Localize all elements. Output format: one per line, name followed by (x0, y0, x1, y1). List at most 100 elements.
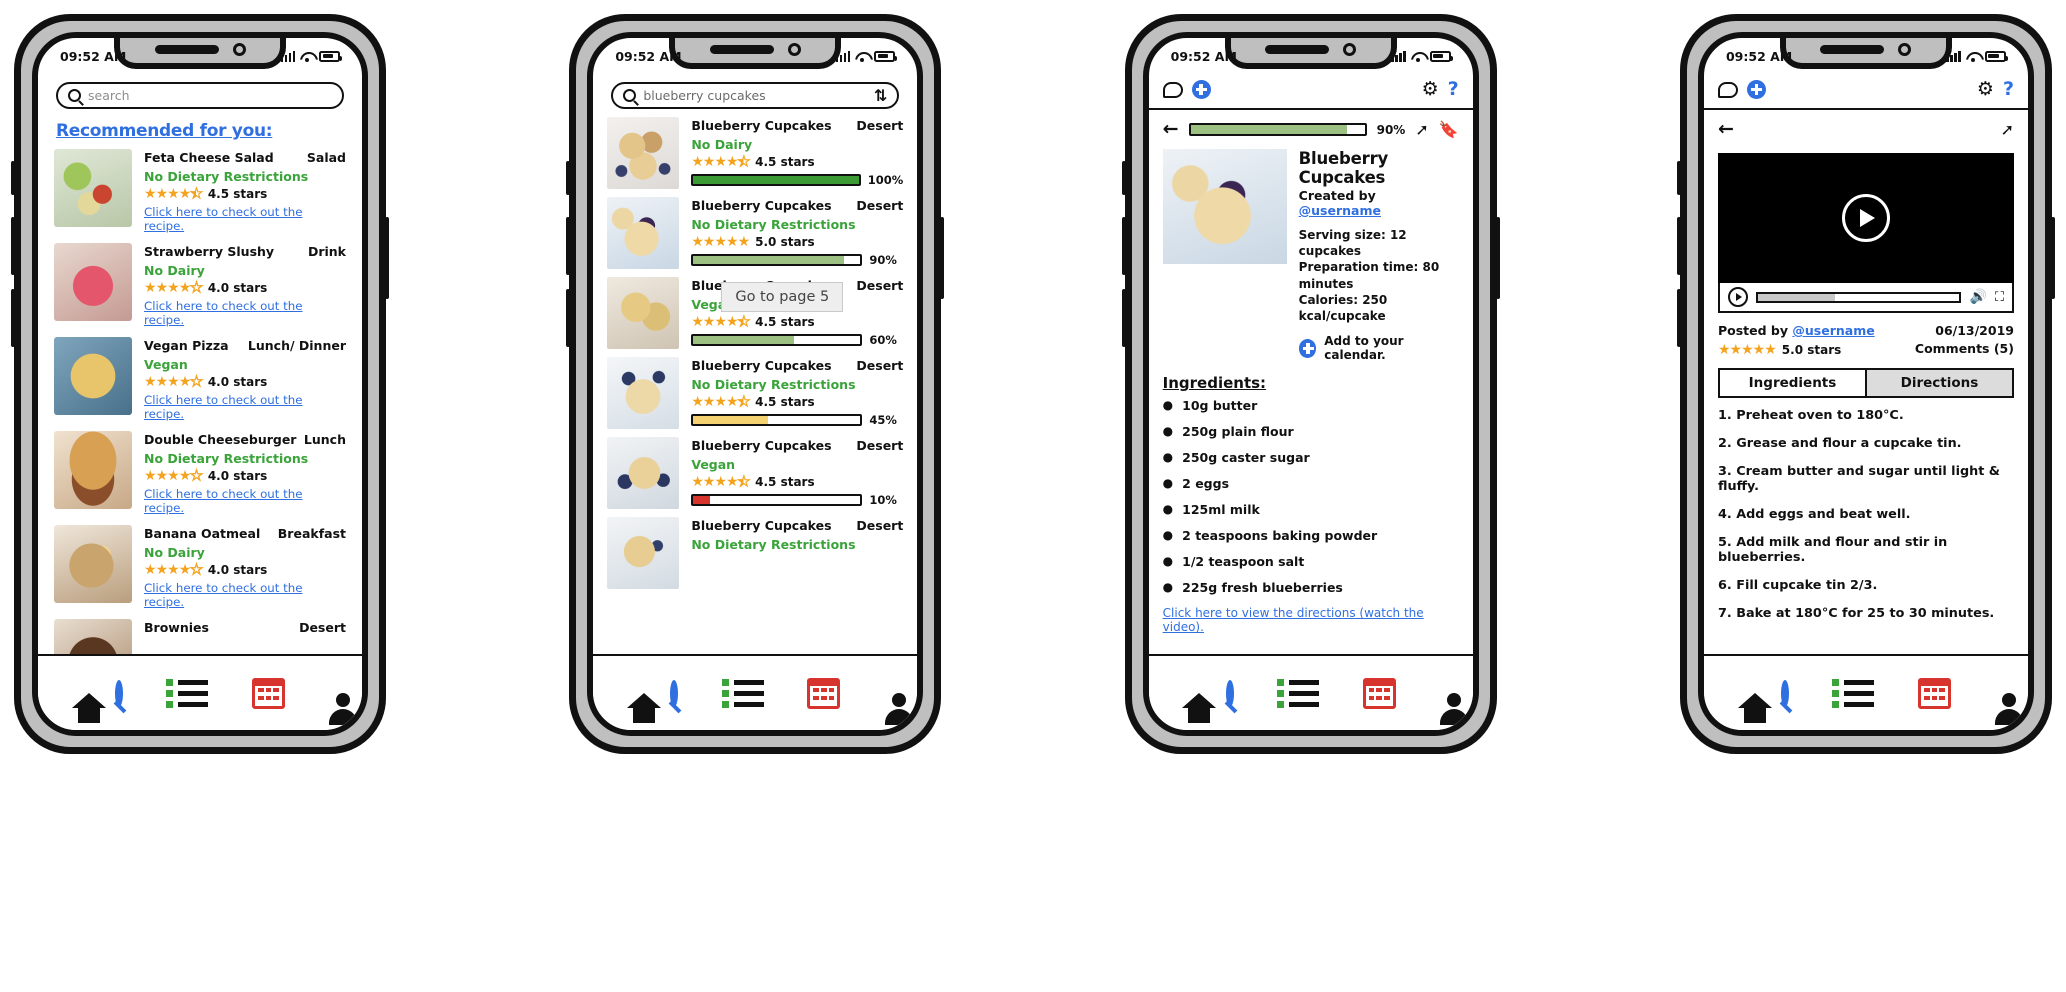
volume-up-button[interactable] (1121, 217, 1126, 275)
tab-directions[interactable]: Directions (1866, 368, 2014, 398)
result-thumbnail (607, 517, 680, 589)
help-icon[interactable]: ? (1448, 80, 1459, 99)
ingredient-item: ● 2 teaspoons baking powder (1163, 528, 1459, 543)
search-result-card[interactable]: Blueberry Cupcakes Desert No Dairy ★★★★★ 4.5… (607, 117, 903, 189)
author-link[interactable]: @username (1299, 203, 1381, 218)
power-button[interactable] (2050, 217, 2055, 299)
recipe-link[interactable]: Click here to check out the recipe. (144, 299, 346, 327)
battery-icon (874, 50, 898, 62)
search-result-card[interactable]: Blueberry Cupcakes Desert No Dietary Restr… (607, 517, 903, 589)
gear-icon[interactable]: ⚙ (1977, 80, 1994, 99)
ingredient-item: ● 10g butter (1163, 398, 1459, 413)
bottom-nav (1148, 654, 1473, 730)
recipe-link[interactable]: Click here to check out the recipe. (144, 487, 346, 515)
sort-icon[interactable]: ⇅ (874, 87, 887, 104)
volume-down-button[interactable] (1676, 289, 1681, 347)
comments-count[interactable]: Comments (5) (1915, 341, 2014, 356)
meal-type: Desert (856, 278, 904, 293)
status-bar: 09:52 AM (1149, 38, 1473, 68)
add-icon[interactable] (1746, 80, 1766, 99)
nav-list-icon[interactable] (721, 678, 764, 708)
add-icon[interactable] (1191, 80, 1211, 99)
ingredients-list: ● 10g butter ● 250g plain flour ● 250g caster… (1163, 398, 1459, 595)
recipe-name: Feta Cheese Salad (144, 150, 274, 165)
diet-tag: No Dietary Restrictions (144, 169, 309, 184)
volume-up-button[interactable] (1676, 217, 1681, 275)
nav-calendar-icon[interactable] (1362, 677, 1396, 709)
video-frame[interactable] (1717, 153, 2014, 283)
recipe-link[interactable]: Click here to check out the recipe. (144, 581, 346, 609)
chat-icon[interactable] (1162, 81, 1183, 98)
match-progress-bar (691, 334, 863, 346)
recipe-card[interactable]: Double Cheeseburger Lunch No Dietary Restr… (54, 431, 346, 515)
mute-switch[interactable] (1676, 161, 1681, 195)
volume-up-button[interactable] (566, 217, 571, 275)
nav-list-icon[interactable] (166, 678, 209, 708)
mute-switch[interactable] (11, 161, 15, 195)
mute-switch[interactable] (566, 161, 571, 195)
recipe-card[interactable]: Strawberry Slushy Drink No Dairy ★★★★★ 4.0 s… (54, 243, 346, 327)
nav-list-icon[interactable] (1277, 678, 1320, 708)
search-result-card[interactable]: Blueberry Cupcakes Desert No Dietary Restr… (607, 357, 903, 429)
direction-step: 3. Cream butter and sugar until light & … (1717, 464, 2000, 494)
bullet-icon: ● (1162, 398, 1174, 413)
match-progress-bar (691, 414, 863, 426)
view-directions-link[interactable]: Click here to view the directions (watch… (1163, 606, 1459, 634)
help-icon[interactable]: ? (2003, 80, 2014, 99)
nav-calendar-icon[interactable] (251, 677, 285, 709)
chat-icon[interactable] (1717, 81, 1738, 98)
ingredient-text: 125ml milk (1182, 502, 1260, 518)
author-link[interactable]: @username (1792, 323, 1874, 338)
nav-search-icon[interactable] (1781, 679, 1790, 707)
gear-icon[interactable]: ⚙ (1422, 80, 1439, 99)
result-name: Blueberry Cupcakes (691, 518, 832, 533)
fullscreen-icon[interactable]: ⛶ (1995, 291, 2004, 304)
back-arrow-icon[interactable]: ← (1718, 120, 1734, 139)
nav-calendar-icon[interactable] (1917, 677, 1951, 709)
volume-down-button[interactable] (566, 289, 571, 347)
nav-search-icon[interactable] (115, 679, 124, 707)
status-time: 09:52 AM (1170, 48, 1237, 64)
nav-search-icon[interactable] (1225, 679, 1234, 707)
phone-3-recipe-detail: 09:52 AM ⚙ ? ← 90% ➚ � (1121, 14, 1500, 754)
recipe-card[interactable]: Vegan Pizza Lunch/ Dinner Vegan ★★★★★ 4.0 st… (54, 337, 346, 421)
search-result-card[interactable]: Blueberry Cupcakes Desert Vegan ★★★★★ 4.5 st… (607, 437, 903, 509)
volume-down-button[interactable] (1121, 289, 1126, 347)
bookmark-icon[interactable]: 🔖 (1439, 121, 1459, 138)
add-to-calendar-button[interactable]: Add to your calendar. (1298, 334, 1459, 362)
meal-type: Breakfast (277, 526, 346, 541)
meal-type: Drink (307, 244, 346, 259)
search-input[interactable]: blueberry cupcakes ⇅ (611, 82, 900, 109)
volume-icon[interactable]: 🔊 (1969, 290, 1986, 304)
power-button[interactable] (940, 217, 945, 299)
recipe-card[interactable]: Feta Cheese Salad Salad No Dietary Restric… (54, 149, 346, 233)
video-player[interactable]: 🔊 ⛶ (1717, 153, 2014, 313)
power-button[interactable] (1495, 217, 1500, 299)
share-icon[interactable]: ➚ (1415, 121, 1428, 138)
mute-switch[interactable] (1121, 161, 1126, 195)
play-button-small-icon[interactable] (1727, 287, 1748, 307)
nav-list-icon[interactable] (1832, 678, 1875, 708)
rating-text: 5.0 stars (755, 235, 815, 249)
signal-icon (831, 50, 851, 62)
recipe-link[interactable]: Click here to check out the recipe. (144, 205, 346, 233)
status-time: 09:52 AM (1725, 48, 1793, 64)
direction-step: 2. Grease and flour a cupcake tin. (1717, 436, 1962, 451)
direction-step: 6. Fill cupcake tin 2/3. (1717, 578, 1878, 593)
recipe-link[interactable]: Click here to check out the recipe. (144, 393, 346, 421)
nav-search-icon[interactable] (670, 679, 679, 707)
search-result-card[interactable]: Blueberry Cupcakes Desert No Dietary Restr… (607, 197, 903, 269)
volume-down-button[interactable] (11, 289, 15, 347)
share-icon[interactable]: ➚ (2001, 121, 2014, 138)
volume-up-button[interactable] (11, 217, 15, 275)
back-arrow-icon[interactable]: ← (1163, 120, 1179, 139)
search-input[interactable]: search (56, 82, 344, 109)
tab-ingredients[interactable]: Ingredients (1717, 368, 1867, 398)
recipe-card[interactable]: Banana Oatmeal Breakfast No Dairy ★★★★★ 4.0 … (54, 525, 346, 609)
result-name: Blueberry Cupcakes (691, 198, 832, 213)
power-button[interactable] (385, 217, 389, 299)
nav-calendar-icon[interactable] (807, 677, 841, 709)
video-seek-bar[interactable] (1755, 291, 1962, 303)
play-icon[interactable] (1841, 194, 1890, 242)
recipe-name: Strawberry Slushy (144, 244, 275, 259)
